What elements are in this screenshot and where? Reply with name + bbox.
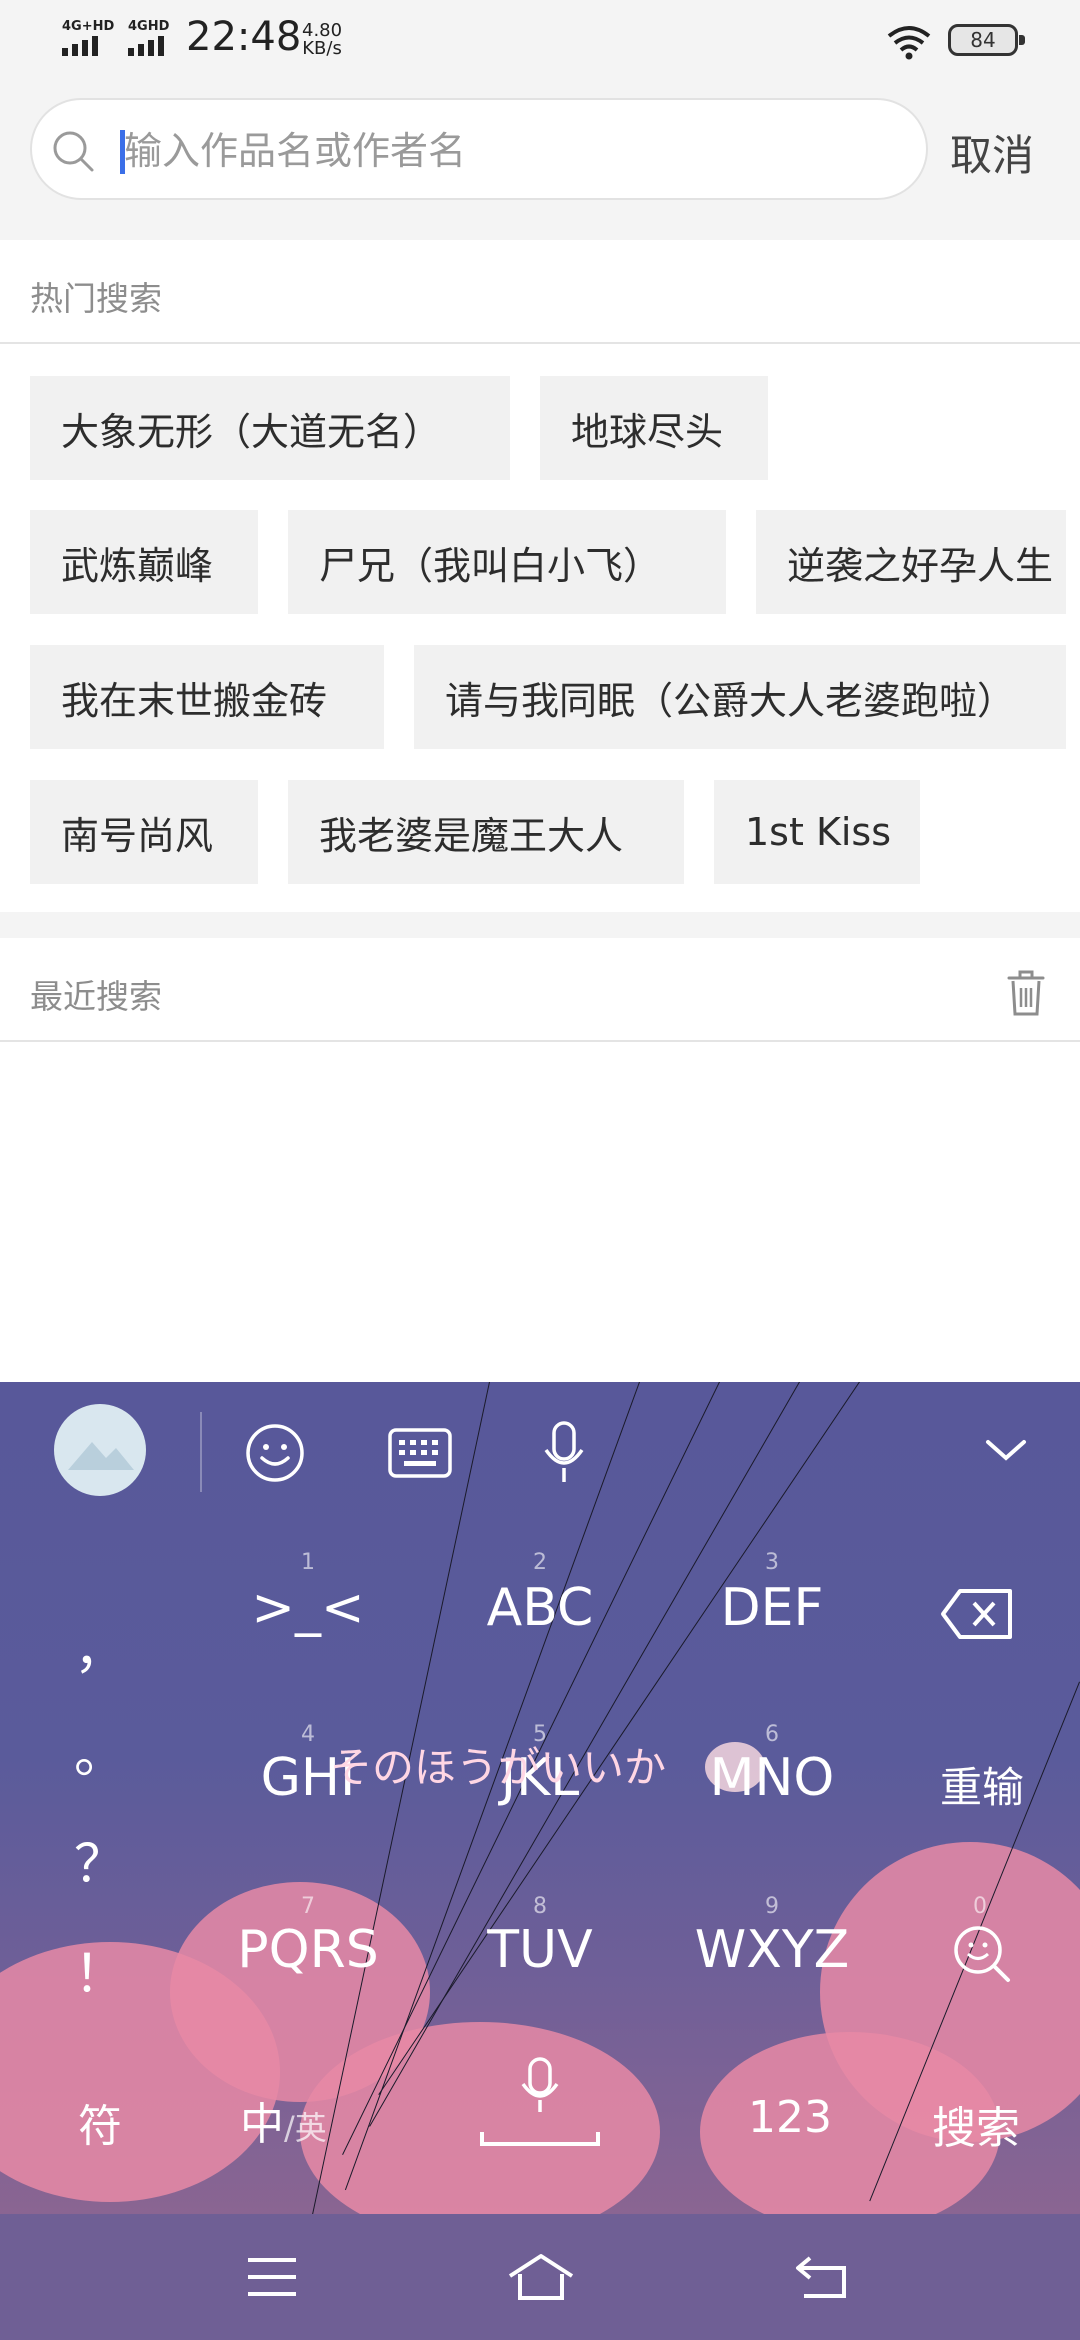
punct-key-period[interactable]: 。	[74, 1712, 126, 1787]
hot-search-tag[interactable]: 大象无形（大道无名）	[30, 376, 510, 480]
language-sub: /英	[284, 2109, 327, 2147]
signal-label-2: 4GHD	[128, 19, 170, 34]
home-icon[interactable]	[506, 2252, 576, 2302]
hot-search-tag[interactable]: 请与我同眠（公爵大人老婆跑啦）	[414, 645, 1066, 749]
chevron-down-icon[interactable]	[984, 1436, 1028, 1464]
hot-search-tag[interactable]: 我在末世搬金砖	[30, 645, 384, 749]
toolbar-divider	[200, 1412, 202, 1492]
text-cursor	[120, 130, 125, 174]
hot-search-tag[interactable]: 逆袭之好孕人生	[756, 510, 1066, 614]
key-1[interactable]: >_<	[251, 1578, 364, 1638]
recent-search-panel: 最近搜索	[0, 938, 1080, 1382]
key-4-number: 4	[301, 1722, 315, 1747]
search-icon	[53, 131, 94, 172]
key-9-number: 9	[765, 1894, 779, 1919]
space-voice-key[interactable]	[478, 2052, 602, 2162]
signal-icon-1	[62, 36, 98, 56]
hot-search-tag[interactable]: 武炼巅峰	[30, 510, 258, 614]
divider	[0, 342, 1080, 344]
navigation-bar	[0, 2214, 1080, 2340]
hot-search-tag[interactable]: 地球尽头	[540, 376, 768, 480]
hot-search-tag[interactable]: 1st Kiss	[714, 780, 920, 884]
key-6[interactable]: MNO	[710, 1748, 835, 1808]
numeric-key[interactable]: 123	[748, 2092, 832, 2143]
microphone-icon	[521, 2057, 559, 2112]
microphone-icon[interactable]	[540, 1420, 588, 1488]
status-bar: 4G+HD 4GHD 22:48 4.80 KB/s 84	[0, 0, 1080, 86]
hot-search-panel: 热门搜索 大象无形（大道无名） 地球尽头 武炼巅峰 尸兄（我叫白小飞） 逆袭之好…	[0, 240, 1080, 912]
language-switch-key[interactable]: 中/英	[240, 2088, 327, 2152]
key-9[interactable]: WXYZ	[695, 1920, 849, 1980]
language-main: 中	[240, 2099, 284, 2150]
space-bar-bracket	[480, 2132, 600, 2146]
keyboard-icon[interactable]	[388, 1428, 452, 1478]
key-8[interactable]: TUV	[487, 1920, 592, 1980]
recent-search-title: 最近搜索	[30, 977, 162, 1016]
wifi-icon	[887, 26, 931, 60]
menu-icon[interactable]	[246, 2256, 298, 2298]
hot-search-tag[interactable]: 尸兄（我叫白小飞）	[288, 510, 726, 614]
hot-search-title: 热门搜索	[30, 279, 162, 318]
punct-key-exclaim[interactable]: ！	[74, 1932, 126, 2007]
key-7[interactable]: PQRS	[237, 1920, 378, 1980]
search-input[interactable]	[120, 118, 884, 184]
relearn-key[interactable]: 重输	[940, 1754, 1024, 1815]
keyboard: ， 。 ？ ！ 1 >_< 2 ABC 3 DEF 4 GHI 5 JKL 6 …	[0, 1382, 1080, 2214]
key-8-number: 8	[533, 1894, 547, 1919]
skin-avatar-button[interactable]	[54, 1404, 146, 1496]
signal-label-1: 4G+HD	[62, 19, 115, 34]
mountain-icon	[68, 1442, 134, 1470]
hot-search-tag[interactable]: 我老婆是魔王大人	[288, 780, 684, 884]
key-7-number: 7	[301, 1894, 315, 1919]
key-2[interactable]: ABC	[487, 1578, 594, 1638]
key-3[interactable]: DEF	[721, 1578, 824, 1638]
hot-search-tag[interactable]: 南号尚风	[30, 780, 258, 884]
divider	[0, 1040, 1080, 1042]
key-6-number: 6	[765, 1722, 779, 1747]
key-2-number: 2	[533, 1550, 547, 1575]
network-speed-unit: KB/s	[302, 38, 342, 59]
clock: 22:48	[186, 14, 302, 60]
network-speed: 4.80 KB/s	[302, 22, 342, 58]
punct-key-question[interactable]: ？	[74, 1822, 126, 1897]
signal-icon-2	[128, 36, 164, 56]
key-3-number: 3	[765, 1550, 779, 1575]
key-1-number: 1	[301, 1550, 315, 1575]
emoji-icon[interactable]	[244, 1422, 306, 1484]
emoji-search-icon[interactable]	[950, 1922, 1012, 1984]
key-0-number: 0	[973, 1894, 987, 1919]
battery-indicator: 84	[948, 24, 1025, 56]
search-key[interactable]: 搜索	[932, 2092, 1020, 2156]
punct-key-comma[interactable]: ，	[74, 1608, 126, 1683]
trash-icon[interactable]	[1006, 968, 1046, 1018]
search-box[interactable]	[30, 98, 928, 200]
theme-caption: そのほうがいいか	[330, 1743, 667, 1792]
cancel-button[interactable]: 取消	[950, 122, 1034, 183]
back-icon[interactable]	[794, 2254, 852, 2300]
symbol-key[interactable]: 符	[78, 2090, 122, 2154]
backspace-icon[interactable]	[940, 1588, 1014, 1640]
